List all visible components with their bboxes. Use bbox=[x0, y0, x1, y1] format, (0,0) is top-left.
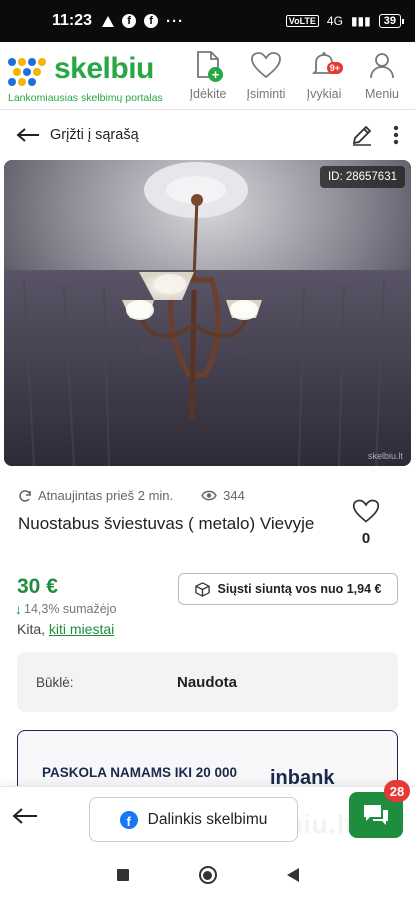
arrow-down-icon: ↓ bbox=[15, 601, 22, 617]
nav-label: Įvykiai bbox=[306, 87, 342, 101]
status-time: 11:23 bbox=[52, 12, 93, 29]
signal-icon: ▮▮▮ bbox=[350, 14, 371, 28]
chandelier-photo bbox=[4, 160, 411, 466]
eye-icon bbox=[201, 490, 217, 501]
status-bar: 11:23 f f ··· VoLTE 4G ▮▮▮ 39 bbox=[0, 0, 415, 42]
send-parcel-button[interactable]: Siųsti siuntą vos nuo 1,94 € bbox=[178, 573, 398, 605]
header-nav: + Įdėkite Įsiminti 9+ Įvykiai Meniu bbox=[179, 48, 411, 101]
updated-text: Atnaujintas prieš 2 min. bbox=[38, 488, 174, 503]
share-facebook-button[interactable]: f Dalinkis skelbimu bbox=[89, 797, 298, 842]
events-badge: 9+ bbox=[326, 62, 343, 74]
nav-add-listing[interactable]: + Įdėkite bbox=[179, 48, 237, 101]
ad-banner[interactable]: PASKOLA NAMAMS IKI 20 000 inbank bbox=[17, 730, 398, 790]
logo-dots-icon bbox=[8, 58, 48, 86]
nav-label: Įdėkite bbox=[189, 87, 227, 101]
battery-icon: 39 bbox=[378, 14, 405, 28]
ad-text: PASKOLA NAMAMS IKI 20 000 bbox=[42, 765, 238, 780]
facebook-notification-icon-2: f bbox=[144, 14, 159, 28]
listing-title: Nuostabus šviestuvas ( metalo) Vievyje bbox=[18, 514, 315, 533]
site-header: skelbiu Lankomiausias skelbimų portalas … bbox=[0, 42, 415, 110]
back-to-list-link[interactable]: Grįžti į sąrašą bbox=[16, 127, 139, 143]
back-link-label: Grįžti į sąrašą bbox=[50, 127, 139, 143]
back-triangle-icon[interactable] bbox=[286, 868, 299, 882]
nav-menu[interactable]: Meniu bbox=[353, 48, 411, 101]
listing-meta: Atnaujintas prieš 2 min. 344 bbox=[18, 488, 245, 503]
listing-price: 30 € bbox=[17, 575, 58, 598]
views-counter: 344 bbox=[201, 488, 245, 503]
back-arrow-icon[interactable] bbox=[12, 807, 38, 825]
heart-outline-icon bbox=[352, 499, 380, 523]
package-icon bbox=[194, 581, 210, 597]
bell-icon: 9+ bbox=[307, 48, 343, 82]
sim-icon: VoLTE bbox=[285, 15, 319, 27]
logo-tagline: Lankomiausias skelbimų portalas bbox=[8, 92, 163, 104]
edit-pencil-icon[interactable] bbox=[351, 124, 373, 146]
plus-icon: + bbox=[208, 67, 223, 82]
chat-bubbles-icon bbox=[364, 805, 388, 825]
listing-toolbar: Grįžti į sąrašą bbox=[0, 110, 415, 160]
price-drop: ↓ 14,3% sumažėjo bbox=[15, 601, 116, 617]
chat-badge: 28 bbox=[384, 780, 410, 802]
condition-label: Būklė: bbox=[36, 674, 74, 690]
android-nav-bar bbox=[0, 850, 415, 900]
user-icon bbox=[365, 48, 399, 82]
toolbar-actions bbox=[351, 124, 399, 146]
warning-icon bbox=[102, 15, 115, 27]
home-icon[interactable] bbox=[198, 866, 217, 884]
price-drop-text: 14,3% sumažėjo bbox=[24, 602, 117, 616]
facebook-notification-icon: f bbox=[122, 14, 137, 28]
views-count: 344 bbox=[223, 488, 245, 503]
network-label: 4G bbox=[326, 14, 343, 28]
location-prefix: Kita, bbox=[17, 621, 46, 637]
nav-events[interactable]: 9+ Įvykiai bbox=[295, 48, 353, 101]
refresh-icon bbox=[19, 489, 31, 502]
location-link[interactable]: kiti miestai bbox=[49, 621, 114, 637]
more-options-icon[interactable] bbox=[393, 125, 399, 145]
status-notification-icons: f f ··· bbox=[102, 13, 184, 30]
status-system-icons: VoLTE 4G ▮▮▮ 39 bbox=[285, 14, 405, 28]
favorite-button[interactable]: 0 bbox=[351, 498, 381, 547]
logo-wordmark: skelbiu bbox=[54, 52, 154, 85]
facebook-icon: f bbox=[119, 810, 138, 829]
heart-icon bbox=[249, 48, 283, 82]
nav-label: Meniu bbox=[364, 87, 400, 101]
nav-label: Įsiminti bbox=[246, 87, 286, 101]
arrow-left-icon bbox=[16, 128, 39, 142]
condition-value: Naudota bbox=[177, 673, 237, 691]
photo-watermark: skelbiu.lt bbox=[367, 451, 403, 461]
listing-location: Kita, kiti miestai bbox=[17, 621, 114, 637]
nav-saved[interactable]: Įsiminti bbox=[237, 48, 295, 101]
add-document-icon: + bbox=[191, 48, 225, 82]
send-parcel-label: Siųsti siuntą vos nuo 1,94 € bbox=[217, 582, 382, 596]
condition-row: Būklė: Naudota bbox=[17, 652, 398, 712]
share-label: Dalinkis skelbimu bbox=[147, 810, 268, 828]
recents-icon[interactable] bbox=[116, 869, 129, 881]
favorite-count: 0 bbox=[361, 530, 371, 547]
listing-photo[interactable]: ID: 28657631 skelbiu.lt bbox=[4, 160, 411, 466]
more-notifications-icon: ··· bbox=[166, 12, 185, 30]
listing-id-badge: ID: 28657631 bbox=[319, 166, 405, 188]
